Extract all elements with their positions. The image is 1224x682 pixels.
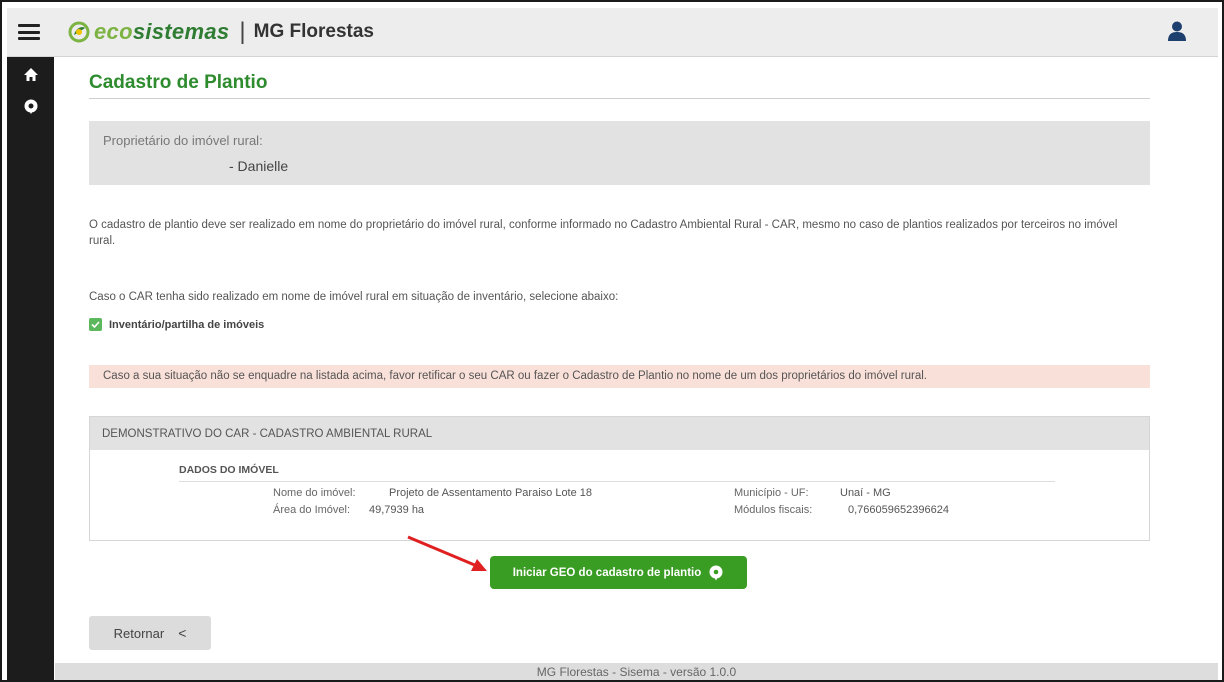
page-title: Cadastro de Plantio [89, 72, 268, 93]
inventory-checkbox-row[interactable]: Inventário/partilha de imóveis [89, 318, 264, 331]
map-marker-icon [709, 565, 723, 580]
brand-eco-text: eco [94, 19, 133, 44]
fiscal-modules-label: Módulos fiscais: [734, 504, 813, 516]
check-icon [91, 321, 100, 329]
footer: MG Florestas - Sisema - versão 1.0.0 [55, 663, 1218, 680]
property-data-divider [179, 481, 1055, 482]
chevron-left-icon: < [178, 625, 187, 641]
car-panel-header: DEMONSTRATIVO DO CAR - CADASTRO AMBIENTA… [90, 417, 1149, 450]
warning-alert-text: Caso a sua situação não se enquadre na l… [103, 370, 927, 382]
user-icon[interactable] [1168, 21, 1186, 41]
back-button-label: Retornar [113, 625, 165, 641]
municipality-label: Município - UF: [734, 487, 809, 499]
property-data-title: DADOS DO IMÓVEL [179, 464, 279, 476]
inventory-question: Caso o CAR tenha sido realizado em nome … [89, 291, 619, 303]
inventory-checkbox-label: Inventário/partilha de imóveis [109, 318, 265, 331]
brand-logo[interactable]: eco sistemas | MG Florestas [68, 18, 374, 46]
footer-text: MG Florestas - Sisema - versão 1.0.0 [536, 665, 737, 679]
annotation-arrow [407, 535, 487, 571]
car-panel-title: DEMONSTRATIVO DO CAR - CADASTRO AMBIENTA… [102, 428, 433, 440]
hamburger-menu-icon[interactable] [18, 24, 40, 40]
info-text: O cadastro de plantio deve ser realizado… [89, 219, 1118, 247]
owner-label: Proprietário do imóvel rural: [103, 133, 263, 148]
property-name-value: Projeto de Assentamento Paraiso Lote 18 [389, 487, 593, 499]
owner-box: Proprietário do imóvel rural: - Danielle [89, 121, 1150, 185]
home-icon[interactable] [23, 67, 39, 83]
brand-sistemas-text: sistemas [132, 19, 230, 44]
ecosistemas-logo-icon [68, 21, 90, 43]
municipality-value: Unaí - MG [840, 487, 891, 499]
app-name: MG Florestas [253, 21, 374, 42]
inventory-checkbox[interactable] [89, 318, 102, 331]
property-area-value: 49,7939 ha [369, 504, 425, 516]
start-geo-button[interactable]: Iniciar GEO do cadastro de plantio [490, 556, 747, 589]
owner-name: - Danielle [229, 158, 289, 174]
car-panel: DEMONSTRATIVO DO CAR - CADASTRO AMBIENTA… [89, 416, 1150, 541]
start-geo-button-label: Iniciar GEO do cadastro de plantio [512, 566, 702, 579]
title-divider [89, 98, 1150, 99]
property-area-label: Área do Imóvel: [273, 504, 351, 516]
fiscal-modules-value: 0,766059652396624 [848, 504, 949, 516]
warning-alert: Caso a sua situação não se enquadre na l… [89, 365, 1150, 388]
back-button[interactable]: Retornar < [89, 616, 211, 650]
brand-separator: | [239, 18, 246, 45]
top-bar: eco sistemas | MG Florestas [7, 8, 1218, 57]
property-name-label: Nome do imóvel: [273, 487, 356, 499]
map-marker-icon[interactable] [23, 99, 39, 115]
sidebar [7, 57, 54, 680]
